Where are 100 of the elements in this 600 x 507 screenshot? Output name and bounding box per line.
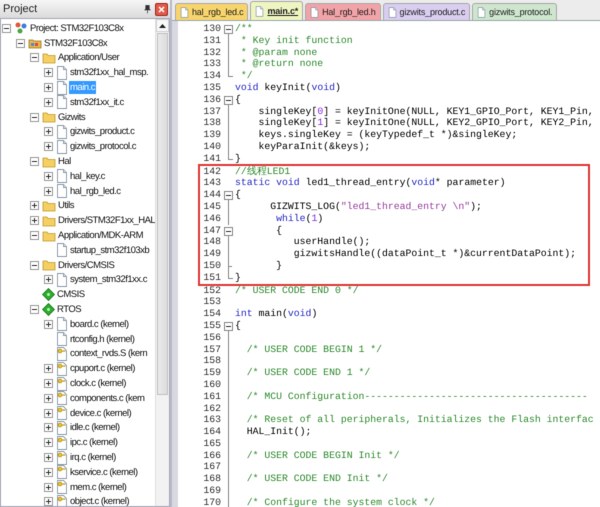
- line-number: 140: [202, 140, 222, 153]
- collapse-toggle[interactable]: [2, 24, 11, 33]
- tree-item[interactable]: hal_key.c: [69, 170, 106, 183]
- line-number: 153: [202, 296, 222, 308]
- expand-toggle[interactable]: [44, 186, 53, 196]
- expand-toggle[interactable]: [44, 68, 53, 78]
- expand-toggle[interactable]: [44, 468, 53, 477]
- line-number: 156: [202, 332, 222, 344]
- tree-item[interactable]: stm32f1xx_it.c: [69, 96, 125, 109]
- tree-item[interactable]: Application/User: [57, 51, 120, 64]
- expand-toggle[interactable]: [44, 497, 53, 506]
- code-line: /* USER CODE END 1 */: [246, 367, 370, 379]
- collapse-toggle[interactable]: [30, 112, 39, 122]
- file-tab[interactable]: gizwits_protocol.: [472, 3, 558, 20]
- collapse-toggle[interactable]: [30, 53, 39, 62]
- tree-item[interactable]: irq.c (kernel): [69, 451, 117, 464]
- tree-item[interactable]: components.c (kern: [69, 392, 146, 405]
- line-number: 142: [202, 166, 222, 178]
- expand-toggle[interactable]: [30, 201, 39, 210]
- tree-item[interactable]: Hal: [57, 155, 72, 168]
- key-file-icon: [56, 391, 68, 406]
- expand-toggle[interactable]: [44, 482, 53, 492]
- line-number: 160: [202, 378, 222, 391]
- code-line: /* MCU Configuration--------------------------------------: [246, 390, 588, 402]
- code-line: {: [275, 224, 282, 236]
- tree-item[interactable]: idle.c (kernel): [69, 421, 121, 434]
- file-tab[interactable]: gizwits_product.c: [382, 3, 470, 20]
- tree-item[interactable]: Drivers/STM32F1xx_HAL: [57, 214, 155, 228]
- file-icon: [56, 332, 68, 346]
- tree-item[interactable]: Utils: [57, 199, 75, 212]
- file-tab[interactable]: hal_rgb_led.c: [175, 3, 248, 20]
- collapse-toggle[interactable]: [30, 260, 39, 270]
- collapse-toggle[interactable]: [30, 231, 39, 240]
- tree-item[interactable]: rtconfig.h (kernel): [69, 332, 136, 346]
- tree-item[interactable]: startup_stm32f103xb: [69, 244, 150, 257]
- expand-toggle[interactable]: [44, 438, 53, 448]
- collapse-toggle[interactable]: [16, 38, 25, 48]
- expand-toggle[interactable]: [44, 172, 53, 181]
- file-tab[interactable]: main.c*: [250, 1, 304, 20]
- collapse-toggle[interactable]: [30, 157, 39, 166]
- expand-toggle[interactable]: [30, 216, 39, 226]
- tree-item[interactable]: gizwits_protocol.c: [69, 140, 137, 154]
- code-line: singleKey[1] = keyInitOne(NULL, KEY2_GPIO_Port, KEY2_Pin,: [258, 117, 594, 130]
- code-line: userHandle();: [292, 236, 370, 248]
- tree-item[interactable]: Application/MDK-ARM: [57, 229, 144, 242]
- tree-item[interactable]: STM32F103C8x: [43, 36, 108, 50]
- pin-icon[interactable]: [144, 4, 151, 14]
- expand-toggle[interactable]: [44, 83, 53, 92]
- line-number: 165: [202, 438, 222, 450]
- fold-toggle[interactable]: [224, 96, 233, 105]
- expand-toggle[interactable]: [44, 98, 53, 107]
- expand-toggle[interactable]: [44, 364, 53, 374]
- expand-toggle[interactable]: [44, 275, 53, 284]
- tree-item[interactable]: stm32f1xx_hal_msp.: [69, 66, 150, 80]
- expand-toggle[interactable]: [44, 320, 53, 329]
- fold-toggle[interactable]: [224, 226, 233, 236]
- tree-item[interactable]: kservice.c (kernel): [69, 466, 139, 479]
- tree-item[interactable]: CMSIS: [56, 288, 86, 302]
- code-line: HAL_Init();: [246, 426, 312, 438]
- fold-toggle[interactable]: [224, 191, 233, 200]
- diamond-icon: [42, 303, 55, 316]
- tree-item[interactable]: cpuport.c (kernel): [69, 362, 136, 376]
- up-arrow-icon: [159, 24, 166, 28]
- expand-toggle[interactable]: [44, 453, 53, 462]
- code-line: {: [235, 189, 241, 201]
- tree-item[interactable]: gizwits_product.c: [69, 125, 136, 138]
- expand-toggle[interactable]: [44, 394, 53, 403]
- expand-toggle[interactable]: [44, 127, 53, 136]
- tree-item[interactable]: RTOS: [56, 303, 82, 316]
- panel-title: Project: [3, 3, 38, 15]
- collapse-toggle[interactable]: [30, 305, 39, 314]
- tree-item[interactable]: clock.c (kernel): [69, 377, 127, 390]
- expand-toggle[interactable]: [44, 408, 53, 418]
- close-button[interactable]: [155, 2, 168, 16]
- line-number: 146: [202, 212, 222, 225]
- file-icon: [255, 6, 264, 16]
- file-icon: [56, 243, 68, 258]
- line-number: 167: [202, 461, 222, 474]
- tree-item[interactable]: ipc.c (kernel): [69, 436, 118, 450]
- fold-toggle[interactable]: [224, 25, 233, 34]
- tree-item[interactable]: mem.c (kernel): [69, 480, 128, 494]
- tree-item[interactable]: board.c (kernel): [69, 318, 130, 331]
- tree-item[interactable]: device.c (kernel): [69, 406, 132, 420]
- file-tab[interactable]: Hal_rgb_led.h: [305, 3, 381, 20]
- tree-item[interactable]: object.c (kernel): [69, 495, 130, 506]
- scroll-up-button[interactable]: [156, 19, 169, 32]
- tree-item[interactable]: Drivers/CMSIS: [57, 258, 116, 272]
- code-line: * @param none: [240, 46, 318, 58]
- expand-toggle[interactable]: [44, 142, 53, 152]
- fold-toggle[interactable]: [224, 322, 233, 331]
- tree-item[interactable]: context_rvds.S (kern: [69, 347, 148, 360]
- tree-item[interactable]: system_stm32f1xx.c: [69, 273, 148, 286]
- tree-item[interactable]: hal_rgb_led.c: [69, 184, 122, 198]
- expand-toggle[interactable]: [44, 379, 53, 388]
- code-line: /* USER CODE END 0 */: [235, 284, 358, 296]
- code-line: keys.singleKey = (keyTypedef_t *)&singleKey;: [258, 129, 518, 141]
- tree-item[interactable]: Project: STM32F103C8x: [29, 22, 125, 35]
- tree-item[interactable]: Gizwits: [57, 110, 86, 124]
- expand-toggle[interactable]: [44, 423, 53, 432]
- file-icon: [56, 95, 68, 110]
